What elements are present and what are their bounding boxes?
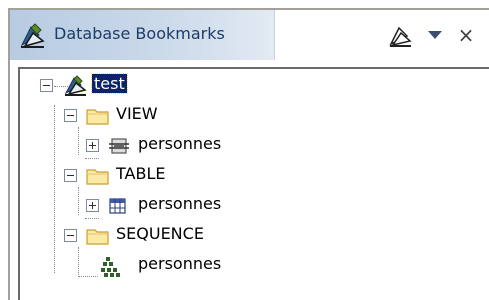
tree-row-view-personnes[interactable]: personnes — [20, 131, 480, 161]
tree-row-sequence-personnes[interactable]: personnes — [20, 251, 480, 281]
collapse-toggle[interactable] — [64, 109, 77, 122]
folder-icon — [86, 106, 110, 130]
close-icon: × — [457, 23, 475, 47]
view-menu-button[interactable] — [422, 22, 448, 48]
close-view-button[interactable]: × — [453, 22, 479, 48]
collapse-toggle[interactable] — [64, 229, 77, 242]
chevron-down-icon — [428, 31, 442, 39]
tree-label-view-personnes: personnes — [138, 134, 222, 153]
tree-label-table-personnes: personnes — [138, 194, 222, 213]
table-icon — [108, 197, 128, 219]
database-bookmark-icon — [64, 74, 88, 100]
folder-icon — [86, 166, 110, 190]
tree-row-table-personnes[interactable]: personnes — [20, 191, 480, 221]
expand-toggle[interactable] — [86, 199, 99, 212]
collapse-toggle[interactable] — [64, 169, 77, 182]
tree-row-root[interactable]: test — [20, 71, 480, 101]
view-title-bar: Database Bookmarks × — [8, 8, 489, 60]
bookmark-tree: test VIEW personnes TABLE personnes SEQU… — [18, 67, 489, 300]
tree-row-sequence-folder[interactable]: SEQUENCE — [20, 221, 480, 251]
expand-toggle[interactable] — [86, 139, 99, 152]
tree-label-sequence-personnes: personnes — [138, 254, 222, 273]
tree-label-view-folder: VIEW — [116, 104, 158, 123]
sequence-icon — [100, 256, 124, 282]
tree-label-root: test — [91, 73, 128, 94]
tree-row-view-folder[interactable]: VIEW — [20, 101, 480, 131]
view-icon — [108, 137, 130, 159]
view-content: test VIEW personnes TABLE personnes SEQU… — [8, 60, 489, 300]
tree-label-sequence-folder: SEQUENCE — [116, 224, 204, 243]
folder-icon — [86, 226, 110, 250]
database-bookmark-icon — [19, 21, 47, 49]
bookmark-icon — [389, 26, 412, 47]
bookmark-toolbar-button[interactable] — [385, 22, 417, 48]
view-tab[interactable]: Database Bookmarks — [10, 10, 275, 60]
tree-label-table-folder: TABLE — [116, 164, 166, 183]
collapse-toggle[interactable] — [40, 79, 53, 92]
tree-row-table-folder[interactable]: TABLE — [20, 161, 480, 191]
view-title: Database Bookmarks — [54, 24, 225, 43]
database-bookmarks-view: Database Bookmarks × test VIEW personnes… — [0, 0, 489, 300]
